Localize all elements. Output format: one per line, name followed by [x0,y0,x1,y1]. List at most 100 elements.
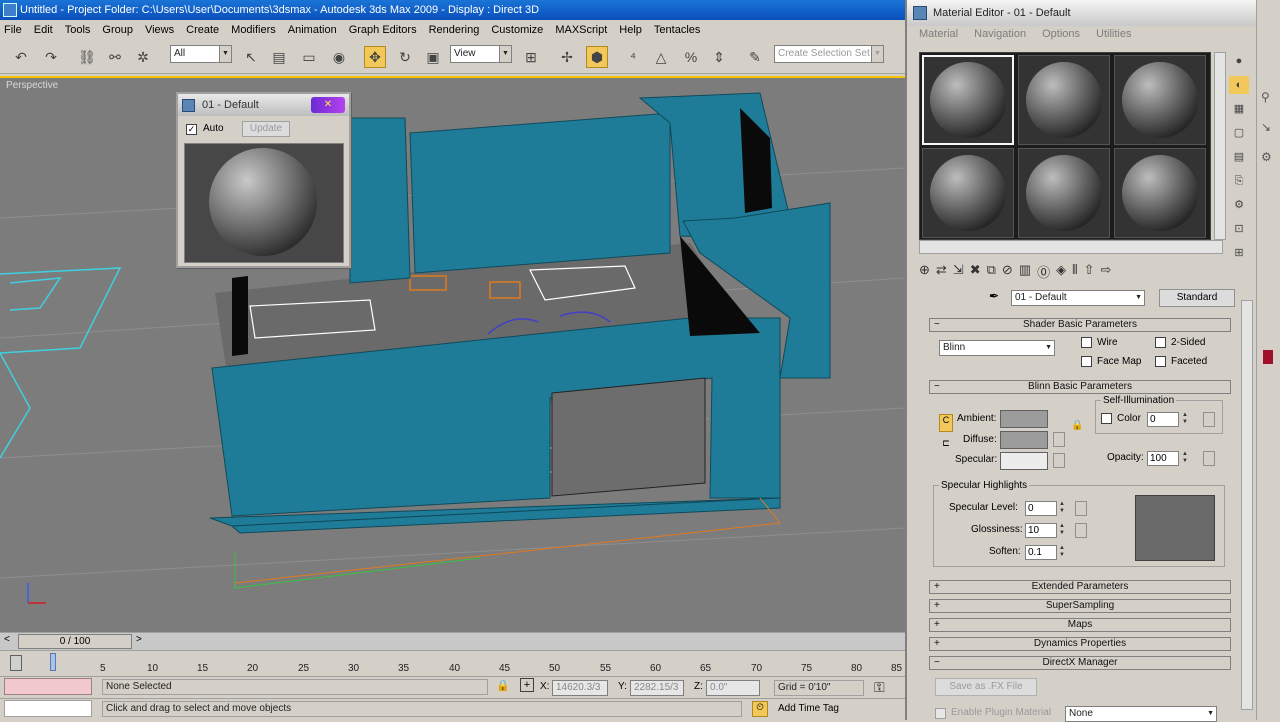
soften-field[interactable]: 0.1 [1025,545,1057,560]
edit-named-selection-icon[interactable]: ✎ [744,46,766,68]
display-tab-icon[interactable]: ⚙ [1261,150,1272,164]
diffuse-color-swatch[interactable] [1000,431,1048,449]
backlight-icon[interactable]: ◐ [1229,76,1249,94]
wire-checkbox[interactable] [1081,337,1092,348]
undo-icon[interactable]: ↶ [10,46,32,68]
video-color-check-icon[interactable]: ▤ [1229,148,1249,166]
menu-graph-editors[interactable]: Graph Editors [349,24,417,36]
pick-material-eyedropper-icon[interactable]: ✒ [989,289,999,303]
directx-manager-rollout[interactable]: − DirectX Manager [929,656,1231,670]
auto-checkbox[interactable]: ✓ [186,124,197,135]
spinner-arrows-icon[interactable]: ▲ ▼ [1058,501,1066,516]
spinner-arrows-icon[interactable]: ▲ ▼ [1058,545,1066,560]
menu-create[interactable]: Create [186,24,219,36]
specular-color-swatch[interactable] [1000,452,1048,470]
menu-navigation[interactable]: Navigation [974,28,1026,46]
bind-space-warp-icon[interactable]: ✲ [132,46,154,68]
lock-diffuse-specular-icon[interactable]: ⊏ [939,438,953,456]
put-to-library-icon[interactable]: ▥ [1019,262,1031,282]
maps-rollout[interactable]: + Maps [929,618,1231,632]
snaps-toggle-icon[interactable]: ⁴ [622,46,644,68]
select-and-rotate-icon[interactable]: ↻ [394,46,416,68]
add-time-tag-button[interactable]: Add Time Tag [778,702,839,716]
diffuse-map-button[interactable] [1053,432,1065,447]
menu-options[interactable]: Options [1042,28,1080,46]
menu-rendering[interactable]: Rendering [429,24,480,36]
select-by-material-icon[interactable]: ⊡ [1229,220,1249,238]
menu-material[interactable]: Material [919,28,958,46]
key-icon[interactable]: ⚿ [874,679,885,696]
current-frame-marker[interactable] [50,653,56,671]
close-button[interactable]: ✕ [311,97,345,113]
enable-plugin-checkbox[interactable] [935,708,946,719]
opacity-value-field[interactable]: 100 [1147,451,1179,466]
sample-type-icon[interactable]: ● [1229,52,1249,70]
glossiness-field[interactable]: 10 [1025,523,1057,538]
perspective-viewport[interactable]: Perspective [0,76,905,632]
time-slider[interactable]: 0 / 100 < > [0,632,905,650]
blinn-basic-params-rollout[interactable]: − Blinn Basic Parameters [929,380,1231,394]
select-and-scale-icon[interactable]: ▣ [422,46,444,68]
get-material-icon[interactable]: ⊕ [919,262,930,282]
lock-selection-icon[interactable]: 🔒 [496,679,510,692]
select-by-name-icon[interactable]: ▤ [268,46,290,68]
faceted-checkbox[interactable] [1155,356,1166,367]
angle-snap-icon[interactable]: △ [650,46,672,68]
pivot-center-icon[interactable]: ⊞ [520,46,542,68]
material-preview-window[interactable]: 01 - Default ✕ ✓ Auto Update [176,92,351,268]
slots-horizontal-scrollbar[interactable] [919,240,1223,254]
self-illum-value-field[interactable]: 0 [1147,412,1179,427]
select-and-link-icon[interactable]: ⛓ [76,46,98,68]
spinner-arrows-icon[interactable]: ▲ ▼ [1058,523,1066,538]
material-type-button[interactable]: Standard [1159,289,1235,307]
glossiness-map-button[interactable] [1075,523,1087,538]
assign-material-icon[interactable]: ⇲ [953,262,964,282]
shader-type-dropdown[interactable]: Blinn ▼ [939,340,1055,356]
sample-slot[interactable] [922,148,1014,238]
background-icon[interactable]: ▦ [1229,100,1249,118]
menu-help[interactable]: Help [619,24,642,36]
select-object-icon[interactable]: ↖ [240,46,262,68]
self-illum-map-button[interactable] [1203,412,1215,427]
hierarchy-tab-icon[interactable]: ⚲ [1261,90,1270,104]
track-bar[interactable]: 5 10 15 20 25 30 35 40 45 50 55 60 65 70… [0,650,905,676]
motion-tab-icon[interactable]: ↘ [1261,120,1271,134]
time-slider-thumb[interactable]: 0 / 100 [18,634,132,649]
go-to-parent-icon[interactable]: ⇧ [1084,262,1095,282]
window-crossing-icon[interactable]: ◉ [328,46,350,68]
make-preview-icon[interactable]: ⎘ [1229,172,1249,190]
menu-edit[interactable]: Edit [34,24,53,36]
slider-left-arrow-icon[interactable]: < [4,634,10,645]
material-effects-channel-icon[interactable]: ⓪ [1037,262,1050,282]
sample-slot[interactable] [1018,55,1110,145]
selection-filter-dropdown[interactable]: All ▼ [170,45,232,63]
lock-icon[interactable]: 🔒 [1071,420,1083,431]
self-illum-color-checkbox[interactable] [1101,413,1112,424]
color-swatch-icon[interactable] [1263,350,1273,364]
shader-basic-params-rollout[interactable]: − Shader Basic Parameters [929,318,1231,332]
sample-slot[interactable] [1018,148,1110,238]
specular-map-button[interactable] [1053,453,1065,468]
manipulate-icon[interactable]: ✢ [556,46,578,68]
spinner-snap-icon[interactable]: ⇕ [708,46,730,68]
save-as-fx-button[interactable]: Save as .FX File [935,678,1037,696]
spinner-arrows-icon[interactable]: ▲ ▼ [1181,412,1189,427]
menu-tools[interactable]: Tools [65,24,91,36]
maxscript-listener-mini[interactable] [4,678,92,695]
material-editor-title-bar[interactable]: Material Editor - 01 - Default [907,0,1256,26]
ambient-color-swatch[interactable] [1000,410,1048,428]
select-and-move-icon[interactable]: ✥ [364,46,386,68]
keyboard-shortcut-override-icon[interactable]: ⬢ [586,46,608,68]
z-coord-field[interactable]: 0.0" [706,680,760,696]
copy-material-icon[interactable]: ⧉ [987,262,996,282]
selection-set-dropdown[interactable]: Create Selection Set ▼ [774,45,884,63]
dynamics-properties-rollout[interactable]: + Dynamics Properties [929,637,1231,651]
panel-scrollbar[interactable] [1241,300,1253,710]
sample-slot[interactable] [1114,55,1206,145]
make-unique-icon[interactable]: ⊘ [1002,262,1013,282]
redo-icon[interactable]: ↷ [40,46,62,68]
maxscript-output-mini[interactable] [4,700,92,717]
spinner-arrows-icon[interactable]: ▲ ▼ [1181,451,1189,466]
slots-vertical-scrollbar[interactable] [1214,52,1226,240]
specular-level-field[interactable]: 0 [1025,501,1057,516]
